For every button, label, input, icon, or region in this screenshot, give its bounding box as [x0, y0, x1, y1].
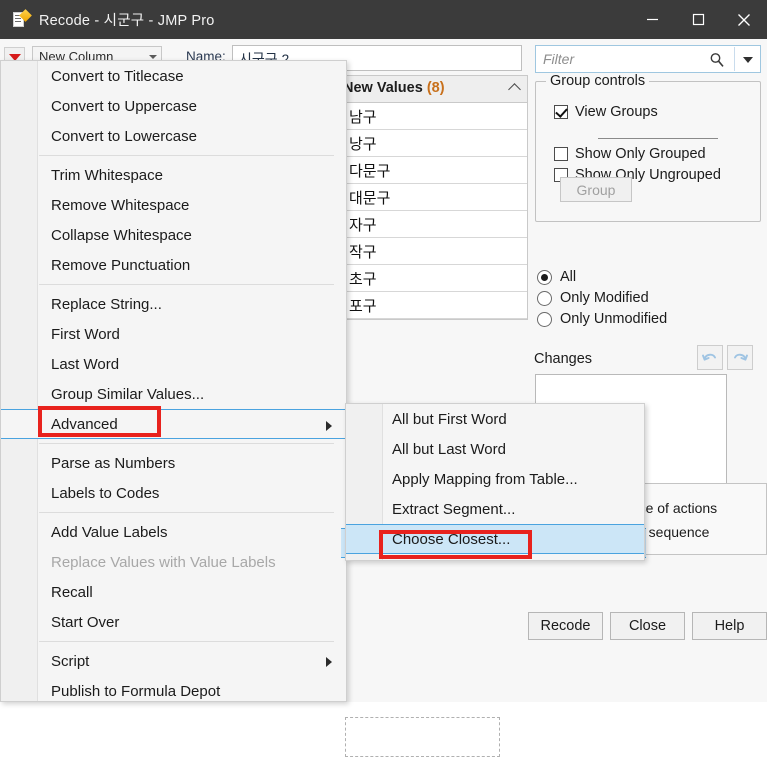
radio-all[interactable]: All [537, 269, 576, 285]
window-title: Recode - 시군구 - JMP Pro [39, 9, 215, 30]
new-values-count: (8) [427, 80, 445, 96]
chevron-down-icon[interactable] [743, 57, 753, 63]
maximize-button[interactable] [675, 0, 721, 39]
window-controls [629, 0, 767, 39]
checkbox-view-groups[interactable]: View Groups [554, 104, 658, 120]
menu-item-replace-values-with-value-labels: Replace Values with Value Labels [1, 547, 346, 577]
annotation-box-choose-closest [379, 530, 532, 559]
radio-label: All [560, 269, 576, 285]
recode-button[interactable]: Recode [528, 612, 603, 640]
checkbox-label: Show Only Grouped [575, 146, 706, 162]
submenu-item-all-but-first-word[interactable]: All but First Word [346, 404, 644, 434]
submenu-arrow-icon [326, 657, 332, 667]
list-item-label: 남구 [349, 106, 377, 127]
list-item[interactable]: ▸ 낭구 [337, 130, 527, 157]
menu-item-script[interactable]: Script [1, 646, 346, 676]
list-item-label: 대문구 [349, 187, 390, 208]
list-item[interactable]: ▸ 작구 [337, 238, 527, 265]
radio-only-modified[interactable]: Only Modified [537, 290, 649, 306]
list-item[interactable]: ▸ 다문구 [337, 157, 527, 184]
list-item[interactable]: ▸ 남구 [337, 103, 527, 130]
menu-item-parse-as-numbers[interactable]: Parse as Numbers [1, 448, 346, 478]
submenu-item-apply-mapping-from-table[interactable]: Apply Mapping from Table... [346, 464, 644, 494]
search-icon[interactable] [708, 51, 726, 74]
list-item[interactable]: ▸ 대문구 [337, 184, 527, 211]
list-item-label: 자구 [349, 214, 377, 235]
minimize-button[interactable] [629, 0, 675, 39]
undo-button[interactable] [697, 345, 723, 370]
list-item[interactable]: ▸ 포구 [337, 292, 527, 319]
new-values-title: New Values [343, 80, 423, 96]
annotation-box-advanced [38, 406, 161, 437]
menu-item-labels-to-codes[interactable]: Labels to Codes [1, 478, 346, 508]
menu-item-convert-to-uppercase[interactable]: Convert to Uppercase [1, 91, 346, 121]
radio-icon[interactable] [537, 312, 552, 327]
radio-label: Only Unmodified [560, 311, 667, 327]
group-button[interactable]: Group [560, 177, 632, 202]
recode-icon [11, 11, 29, 29]
list-item-label: 작구 [349, 241, 377, 262]
radio-icon[interactable] [537, 291, 552, 306]
submenu-item-extract-segment[interactable]: Extract Segment... [346, 494, 644, 524]
context-menu: Convert to Titlecase Convert to Uppercas… [0, 60, 347, 702]
group-controls-legend: Group controls [546, 73, 649, 89]
changes-label: Changes [534, 351, 592, 367]
window-titlebar: Recode - 시군구 - JMP Pro [0, 0, 767, 39]
submenu-arrow-icon [326, 421, 332, 431]
chevron-down-icon [149, 55, 157, 59]
checkbox-icon[interactable] [554, 105, 568, 119]
menu-item-script-label: Script [51, 653, 89, 670]
menu-item-group-similar-values[interactable]: Group Similar Values... [1, 379, 346, 409]
menu-separator [39, 284, 334, 285]
list-item[interactable]: ▸ 초구 [337, 265, 527, 292]
menu-item-add-value-labels[interactable]: Add Value Labels [1, 517, 346, 547]
redo-arrow-icon [731, 350, 749, 366]
help-button[interactable]: Help [692, 612, 767, 640]
menu-separator [39, 155, 334, 156]
list-item-label: 낭구 [349, 133, 377, 154]
new-values-list: ▸ 남구 ▸ 낭구 ▸ 다문구 ▸ 대문구 ▸ 자구 ▸ 작구 [337, 103, 527, 319]
menu-item-remove-punctuation[interactable]: Remove Punctuation [1, 250, 346, 280]
list-item[interactable]: ▸ 자구 [337, 211, 527, 238]
menu-item-collapse-whitespace[interactable]: Collapse Whitespace [1, 220, 346, 250]
menu-item-trim-whitespace[interactable]: Trim Whitespace [1, 160, 346, 190]
submenu-item-all-but-last-word[interactable]: All but Last Word [346, 434, 644, 464]
filter-input[interactable]: Filter [535, 45, 761, 73]
list-item-label: 다문구 [349, 160, 390, 181]
menu-item-last-word[interactable]: Last Word [1, 349, 346, 379]
menu-item-replace-string[interactable]: Replace String... [1, 289, 346, 319]
group-controls-box: Group controls View Groups Show Only Gro… [535, 81, 761, 222]
menu-item-first-word[interactable]: First Word [1, 319, 346, 349]
radio-only-unmodified[interactable]: Only Unmodified [537, 311, 667, 327]
menu-separator [39, 512, 334, 513]
filter-placeholder: Filter [543, 51, 574, 67]
new-values-panel: New Values (8) ▸ 남구 ▸ 낭구 ▸ 다문구 ▸ 대문구 ▸ [336, 75, 528, 320]
menu-item-remove-whitespace[interactable]: Remove Whitespace [1, 190, 346, 220]
divider [734, 47, 735, 71]
menu-item-start-over[interactable]: Start Over [1, 607, 346, 637]
checkbox-icon[interactable] [554, 147, 568, 161]
list-item-label: 초구 [349, 268, 377, 289]
radio-label: Only Modified [560, 290, 649, 306]
menu-item-convert-to-lowercase[interactable]: Convert to Lowercase [1, 121, 346, 151]
menu-item-convert-to-titlecase[interactable]: Convert to Titlecase [1, 61, 346, 91]
list-item-label: 포구 [349, 295, 377, 316]
menu-separator [39, 443, 334, 444]
divider [598, 138, 718, 139]
menu-separator [39, 641, 334, 642]
radio-icon[interactable] [537, 270, 552, 285]
checkbox-show-only-grouped[interactable]: Show Only Grouped [554, 146, 706, 162]
new-values-header[interactable]: New Values (8) [337, 76, 527, 103]
close-dialog-button[interactable]: Close [610, 612, 685, 640]
close-button[interactable] [721, 0, 767, 39]
redo-button[interactable] [727, 345, 753, 370]
dashed-placeholder-box [345, 717, 500, 757]
chevron-up-icon[interactable] [508, 83, 521, 96]
menu-item-recall[interactable]: Recall [1, 577, 346, 607]
checkbox-label: View Groups [575, 104, 658, 120]
undo-arrow-icon [701, 350, 719, 366]
